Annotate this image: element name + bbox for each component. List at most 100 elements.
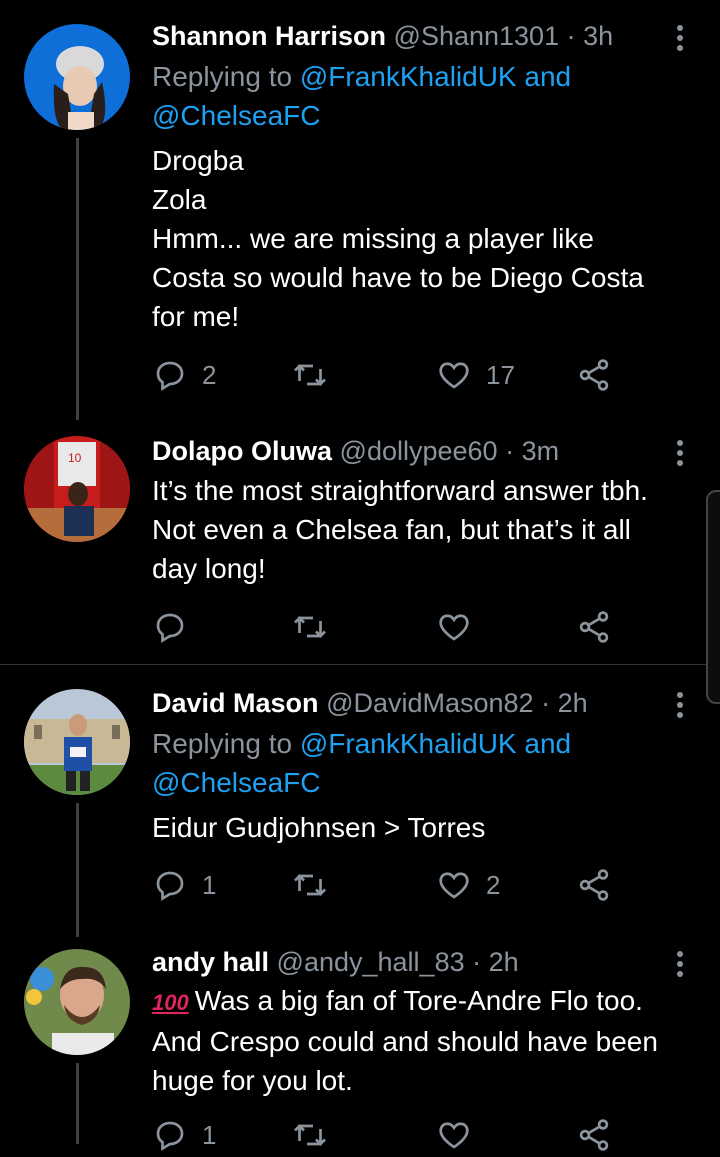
separator-dot: · (472, 947, 482, 977)
display-name[interactable]: andy hall (152, 947, 269, 977)
more-options-icon[interactable] (668, 437, 692, 469)
timestamp[interactable]: 3m (522, 436, 560, 466)
retweet-button[interactable] (292, 605, 342, 649)
action-bar: 2 17 (152, 353, 622, 397)
tweet-text-line: Zola (152, 184, 207, 215)
username[interactable]: @andy_hall_83 (277, 947, 465, 977)
action-bar: 1 2 (152, 863, 622, 907)
heart-icon (439, 362, 469, 389)
username[interactable]: @DavidMason82 (326, 688, 534, 718)
tweet-header: Dolapo Oluwa @dollypee60 · 3m (152, 435, 559, 467)
like-button[interactable]: 17 (436, 353, 515, 397)
separator-dot: · (505, 436, 515, 466)
retweet-button[interactable] (292, 353, 342, 397)
mention-link[interactable]: @FrankKhalidUK (300, 61, 517, 92)
tweet-text-line: Costa so would have to be Diego Costa (152, 262, 644, 293)
tweet[interactable]: Shannon Harrison @Shann1301 · 3h Replyin… (0, 0, 720, 420)
username[interactable]: @Shann1301 (394, 21, 560, 51)
action-bar (152, 605, 622, 649)
like-button[interactable]: 2 (436, 863, 500, 907)
reply-count: 2 (202, 359, 217, 390)
tweet-text-line: Was a big fan of Tore-Andre Flo too. (194, 985, 643, 1016)
mention-link[interactable]: @FrankKhalidUK (300, 728, 517, 759)
replying-to-label: Replying to (152, 61, 300, 92)
replying-to: Replying to @FrankKhalidUK and @ChelseaF… (152, 57, 692, 135)
retweet-icon (294, 874, 326, 896)
tweet-text-line: huge for you lot. (152, 1065, 353, 1096)
timestamp[interactable]: 2h (558, 688, 588, 718)
like-button[interactable] (436, 1113, 486, 1157)
tweet-text: Eidur Gudjohnsen > Torres (152, 808, 702, 847)
tweet-text-line: And Crespo could and should have been (152, 1026, 658, 1057)
tweet-header: andy hall @andy_hall_83 · 2h (152, 946, 519, 978)
action-bar: 1 (152, 1113, 622, 1157)
reply-icon (156, 1121, 184, 1151)
timestamp[interactable]: 2h (489, 947, 519, 977)
retweet-icon (294, 1124, 326, 1146)
hundred-points-emoji: 100 (152, 990, 189, 1015)
tweet-text: 100 Was a big fan of Tore-Andre Flo too. … (152, 981, 702, 1100)
reply-count: 1 (202, 1119, 217, 1150)
username[interactable]: @dollypee60 (340, 436, 498, 466)
share-icon (579, 359, 609, 391)
thread-line (76, 803, 79, 937)
tweet-text-line: It’s the most straightforward answer tbh… (152, 475, 648, 506)
retweet-icon (294, 616, 326, 638)
display-name[interactable]: Dolapo Oluwa (152, 436, 332, 466)
reply-button[interactable]: 1 (152, 1113, 216, 1157)
retweet-button[interactable] (292, 863, 342, 907)
tweet-text-line: Not even a Chelsea fan, but that’s it al… (152, 514, 631, 545)
share-button[interactable] (576, 1113, 612, 1157)
avatar[interactable] (24, 689, 130, 795)
like-count: 17 (486, 359, 515, 390)
and-text: and (516, 728, 572, 759)
tweet[interactable]: David Mason @DavidMason82 · 2h Replying … (0, 665, 720, 937)
heart-icon (439, 1122, 469, 1149)
avatar[interactable] (24, 24, 130, 130)
reply-button[interactable] (152, 605, 202, 649)
share-icon (579, 1119, 609, 1151)
tweet-header: Shannon Harrison @Shann1301 · 3h (152, 20, 613, 52)
like-button[interactable] (436, 605, 486, 649)
more-options-icon[interactable] (668, 689, 692, 721)
more-options-icon[interactable] (668, 22, 692, 54)
reply-icon (156, 613, 184, 643)
share-icon (579, 869, 609, 901)
share-icon (579, 611, 609, 643)
mention-link[interactable]: @ChelseaFC (152, 767, 320, 798)
retweet-icon (294, 364, 326, 386)
avatar[interactable]: 10 (24, 436, 130, 542)
share-button[interactable] (576, 353, 612, 397)
tweet-text-line: Hmm... we are missing a player like (152, 223, 594, 254)
mention-link[interactable]: @ChelseaFC (152, 100, 320, 131)
tweet-text: It’s the most straightforward answer tbh… (152, 471, 702, 588)
like-count: 2 (486, 869, 501, 900)
separator-dot: · (566, 21, 576, 51)
avatar[interactable] (24, 949, 130, 1055)
more-options-icon[interactable] (668, 948, 692, 980)
timestamp[interactable]: 3h (583, 21, 613, 51)
and-text: and (516, 61, 572, 92)
tweet-text-line: for me! (152, 301, 240, 332)
reply-count: 1 (202, 869, 217, 900)
separator-dot: · (541, 688, 551, 718)
retweet-button[interactable] (292, 1113, 342, 1157)
tweet-text: Drogba Zola Hmm... we are missing a play… (152, 141, 702, 336)
tweet-text-line: Eidur Gudjohnsen > Torres (152, 812, 486, 843)
tweet[interactable]: andy hall @andy_hall_83 · 2h 100 Was a bi… (0, 937, 720, 1151)
reply-button[interactable]: 2 (152, 353, 216, 397)
share-button[interactable] (576, 605, 612, 649)
tweet[interactable]: 10 Dolapo Oluwa @dollypee60 · 3m It’s th… (0, 420, 720, 664)
reply-button[interactable]: 1 (152, 863, 216, 907)
reply-icon (156, 361, 184, 391)
tweet-text-line: day long! (152, 553, 266, 584)
svg-text:10: 10 (68, 451, 82, 465)
share-button[interactable] (576, 863, 612, 907)
scrollbar[interactable] (706, 490, 720, 704)
display-name[interactable]: David Mason (152, 688, 319, 718)
replying-to: Replying to @FrankKhalidUK and @ChelseaF… (152, 724, 692, 802)
tweet-header: David Mason @DavidMason82 · 2h (152, 687, 588, 719)
heart-icon (439, 614, 469, 641)
thread-line (76, 138, 79, 420)
display-name[interactable]: Shannon Harrison (152, 21, 386, 51)
